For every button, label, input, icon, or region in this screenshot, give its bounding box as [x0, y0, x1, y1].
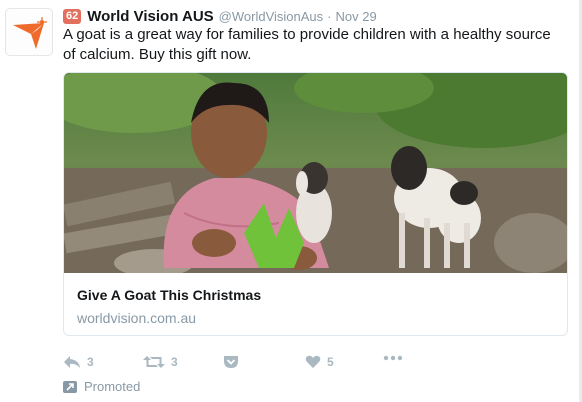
reply-count: 3: [87, 355, 94, 369]
header-separator: ·: [327, 8, 332, 24]
like-button[interactable]: 5: [305, 355, 334, 369]
save-icon: [224, 356, 238, 368]
more-icon: [383, 355, 403, 361]
retweet-button[interactable]: 3: [143, 355, 178, 369]
reply-icon: [64, 356, 80, 368]
card-domain[interactable]: worldvision.com.au: [77, 310, 196, 326]
reply-button[interactable]: 3: [63, 355, 94, 369]
card-title[interactable]: Give A Goat This Christmas: [77, 287, 261, 303]
promoted-indicator[interactable]: Promoted: [63, 379, 140, 394]
tweet-actions: 3 3 5: [63, 355, 423, 375]
author-name[interactable]: World Vision AUS: [87, 8, 213, 25]
tweet-text: A goat is a great way for families to pr…: [63, 26, 551, 63]
card-image: [64, 73, 567, 273]
heart-icon: [305, 355, 321, 368]
retweet-icon: [143, 356, 165, 368]
world-vision-logo-icon: [13, 17, 47, 49]
more-button[interactable]: [383, 355, 403, 361]
promoted-label: Promoted: [84, 379, 141, 394]
author-avatar[interactable]: [5, 8, 53, 56]
tweet-header: 62 World Vision AUS @WorldVisionAus · No…: [63, 6, 377, 26]
tweet-timestamp[interactable]: Nov 29: [335, 9, 376, 24]
promoted-arrow-icon: [63, 380, 77, 393]
save-button[interactable]: [223, 355, 239, 369]
retweet-count: 3: [171, 355, 178, 369]
rank-badge: 62: [63, 8, 82, 24]
link-card[interactable]: Give A Goat This Christmas worldvision.c…: [63, 72, 568, 336]
like-count: 5: [327, 355, 334, 369]
author-handle[interactable]: @WorldVisionAus: [219, 9, 323, 24]
